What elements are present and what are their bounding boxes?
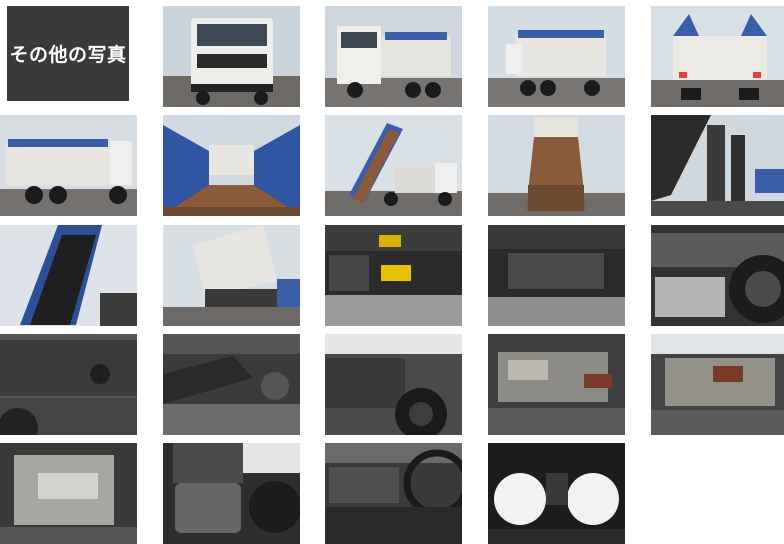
gallery-title-text: その他の写真 xyxy=(9,44,127,66)
photo-raised-bed-closeup[interactable] xyxy=(0,225,137,326)
photo-dump-bed-raised-rear[interactable] xyxy=(488,115,625,216)
photo-raised-bed-rear-corner[interactable] xyxy=(163,225,300,326)
photo-truck-front[interactable] xyxy=(163,6,300,107)
photo-chassis-frame-spare-tire[interactable] xyxy=(651,225,784,326)
photo-dump-bed-interior[interactable] xyxy=(163,115,300,216)
photo-fuel-tank-closeup[interactable] xyxy=(0,334,137,435)
photo-instrument-cluster[interactable] xyxy=(488,443,625,544)
photo-hoist-mechanism[interactable] xyxy=(651,115,784,216)
photo-truck-side[interactable] xyxy=(0,115,137,216)
photo-engine-top[interactable] xyxy=(488,334,625,435)
photo-frame-rail-components[interactable] xyxy=(163,334,300,435)
gallery-title: その他の写真 xyxy=(7,6,129,101)
photo-truck-rear[interactable] xyxy=(651,6,784,107)
photo-truck-rear-quarter[interactable] xyxy=(488,6,625,107)
photo-driver-seat[interactable] xyxy=(163,443,300,544)
photo-truck-front-quarter[interactable] xyxy=(325,6,462,107)
photo-chassis-frame-fuel-tank[interactable] xyxy=(325,225,462,326)
photo-chassis-frame-underside[interactable] xyxy=(488,225,625,326)
photo-engine-compartment[interactable] xyxy=(0,443,137,544)
photo-engine-side[interactable] xyxy=(651,334,784,435)
photo-dashboard-steering-wheel[interactable] xyxy=(325,443,462,544)
photo-dump-bed-raised-side[interactable] xyxy=(325,115,462,216)
photo-frame-and-rear-tire[interactable] xyxy=(325,334,462,435)
